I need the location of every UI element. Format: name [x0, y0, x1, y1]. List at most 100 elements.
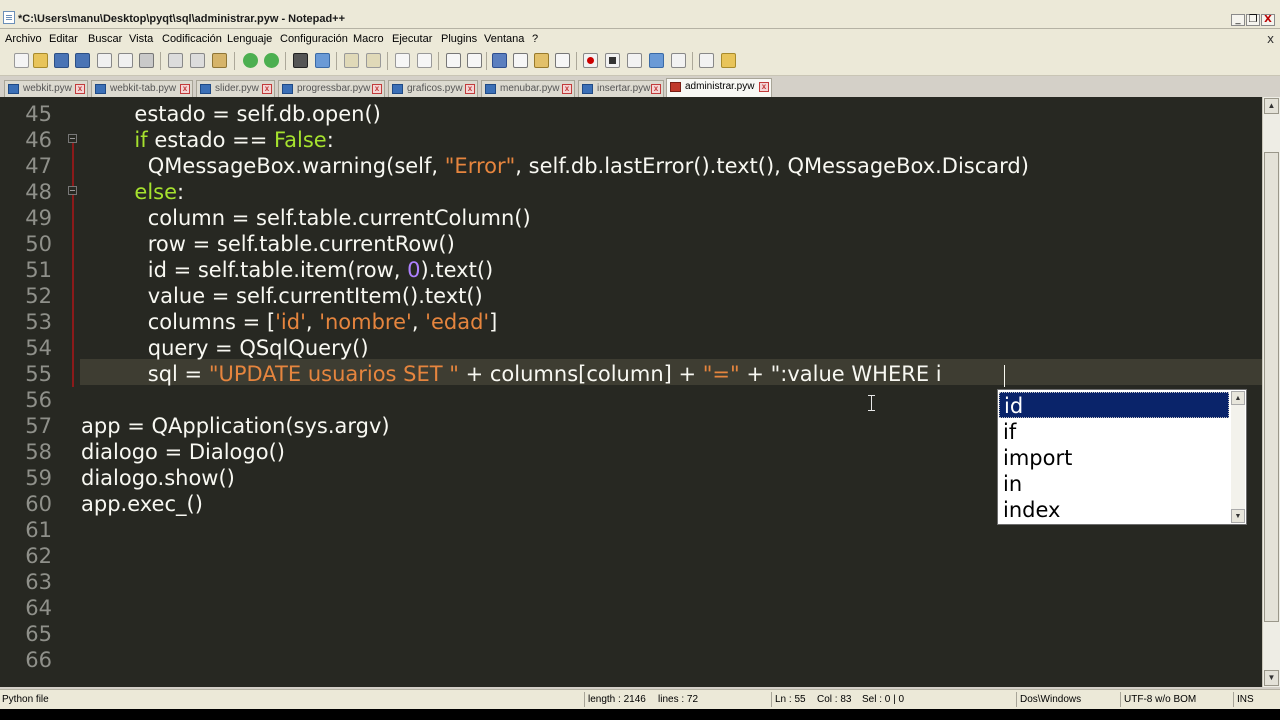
code-line: dialogo = Dialogo() [81, 439, 285, 465]
print-icon[interactable] [139, 53, 154, 68]
zoom-out-icon[interactable] [366, 53, 381, 68]
tab-close-icon[interactable]: x [759, 82, 769, 92]
trim-icon[interactable] [721, 53, 736, 68]
toolbar [0, 48, 1280, 76]
undo-icon[interactable] [243, 53, 258, 68]
code-token: dialogo.show() [81, 466, 235, 490]
close-icon[interactable] [97, 53, 112, 68]
menu-archivo[interactable]: Archivo [5, 33, 42, 45]
tab-administrar[interactable]: administrar.pyw x [666, 78, 772, 97]
save-icon[interactable] [54, 53, 69, 68]
cut-icon[interactable] [168, 53, 183, 68]
show-all-chars-icon[interactable] [467, 53, 482, 68]
record-macro-icon[interactable] [583, 53, 598, 68]
toolbar-separator [692, 52, 693, 70]
status-sel: Sel : 0 | 0 [862, 694, 905, 705]
find-icon[interactable] [293, 53, 308, 68]
menu-macro[interactable]: Macro [353, 33, 384, 45]
tab-graficos[interactable]: graficos.pyw x [388, 80, 478, 97]
code-token: estado = self.db.open() [81, 102, 381, 126]
tab-webkit[interactable]: webkit.pyw x [4, 80, 88, 97]
menu-codificacion[interactable]: Codificación [162, 33, 222, 45]
tab-menubar[interactable]: menubar.pyw x [481, 80, 575, 97]
tab-slider[interactable]: slider.pyw x [196, 80, 275, 97]
replace-icon[interactable] [315, 53, 330, 68]
autocomplete-scroll-up-button[interactable]: ▲ [1231, 391, 1245, 405]
autocomplete-item[interactable]: import [999, 445, 1229, 471]
menu-plugins[interactable]: Plugins [441, 33, 477, 45]
fold-toggle-icon[interactable] [68, 134, 77, 143]
function-list-icon[interactable] [555, 53, 570, 68]
indent-guide-icon[interactable] [492, 53, 507, 68]
code-line: QMessageBox.warning(self, "Error", self.… [81, 153, 1029, 179]
menu-editar[interactable]: Editar [49, 33, 78, 45]
tab-close-icon[interactable]: x [651, 84, 661, 94]
redo-icon[interactable] [264, 53, 279, 68]
tab-close-icon[interactable]: x [180, 84, 190, 94]
word-wrap-icon[interactable] [446, 53, 461, 68]
user-language-icon[interactable] [513, 53, 528, 68]
tab-close-icon[interactable]: x [75, 84, 85, 94]
menu-buscar[interactable]: Buscar [88, 33, 122, 45]
tab-progressbar[interactable]: progressbar.pyw x [278, 80, 385, 97]
line-number: 52 [25, 284, 52, 308]
code-token: if [134, 128, 148, 152]
autocomplete-scroll-down-button[interactable]: ▼ [1231, 509, 1245, 523]
play-macro-icon[interactable] [627, 53, 642, 68]
save-all-icon[interactable] [75, 53, 90, 68]
status-lines: lines : 72 [658, 694, 699, 705]
code-token: , [411, 310, 426, 334]
copy-icon[interactable] [190, 53, 205, 68]
code-token: 'nombre' [319, 310, 412, 334]
tab-insertar[interactable]: insertar.pyw x [578, 80, 664, 97]
autocomplete-item[interactable]: id [999, 392, 1229, 418]
sync-vertical-icon[interactable] [395, 53, 410, 68]
toolbar-separator [438, 52, 439, 70]
play-multiple-icon[interactable] [649, 53, 664, 68]
file-icon [95, 84, 106, 94]
sync-horizontal-icon[interactable] [417, 53, 432, 68]
autocomplete-item[interactable]: if [999, 419, 1229, 445]
code-line: app = QApplication(sys.argv) [81, 413, 390, 439]
doc-map-icon[interactable] [534, 53, 549, 68]
tab-close-icon[interactable]: x [372, 84, 382, 94]
close-all-icon[interactable] [118, 53, 133, 68]
code-line: column = self.table.currentColumn() [81, 205, 531, 231]
restore-button[interactable]: ❐ [1246, 14, 1260, 26]
tab-close-icon[interactable]: x [465, 84, 475, 94]
mouse-ibeam-cursor-icon [868, 395, 875, 411]
scroll-down-button[interactable]: ▼ [1264, 670, 1279, 686]
tab-webkit-tab[interactable]: webkit-tab.pyw x [91, 80, 193, 97]
autocomplete-scrollbar[interactable]: ▲ ▼ [1231, 391, 1245, 523]
toolbar-separator [234, 52, 235, 70]
paste-icon[interactable] [212, 53, 227, 68]
code-token: 'edad' [425, 310, 490, 334]
zoom-in-icon[interactable] [344, 53, 359, 68]
scroll-up-button[interactable]: ▲ [1264, 98, 1279, 114]
scrollbar-thumb[interactable] [1264, 152, 1279, 622]
fold-toggle-icon[interactable] [68, 186, 77, 195]
line-number: 47 [25, 154, 52, 178]
menu-help[interactable]: ? [532, 33, 538, 45]
minimize-button[interactable]: _ [1231, 14, 1245, 26]
vertical-scrollbar[interactable]: ▲ ▼ [1262, 97, 1280, 687]
toolbar-separator [387, 52, 388, 70]
menu-configuracion[interactable]: Configuración [280, 33, 348, 45]
menu-lenguaje[interactable]: Lenguaje [227, 33, 272, 45]
stop-macro-icon[interactable] [605, 53, 620, 68]
line-number: 66 [25, 648, 52, 672]
menu-ventana[interactable]: Ventana [484, 33, 524, 45]
close-button[interactable]: X [1261, 14, 1275, 26]
autocomplete-item[interactable]: index [999, 497, 1229, 523]
autocomplete-item[interactable]: in [999, 471, 1229, 497]
menu-ejecutar[interactable]: Ejecutar [392, 33, 432, 45]
open-file-icon[interactable] [33, 53, 48, 68]
tab-close-icon[interactable]: x [562, 84, 572, 94]
status-encoding: UTF-8 w/o BOM [1124, 694, 1197, 705]
close-document-icon[interactable]: x [1267, 32, 1274, 46]
menu-vista[interactable]: Vista [129, 33, 153, 45]
spell-check-icon[interactable] [699, 53, 714, 68]
save-macro-icon[interactable] [671, 53, 686, 68]
new-file-icon[interactable] [14, 53, 29, 68]
tab-close-icon[interactable]: x [262, 84, 272, 94]
